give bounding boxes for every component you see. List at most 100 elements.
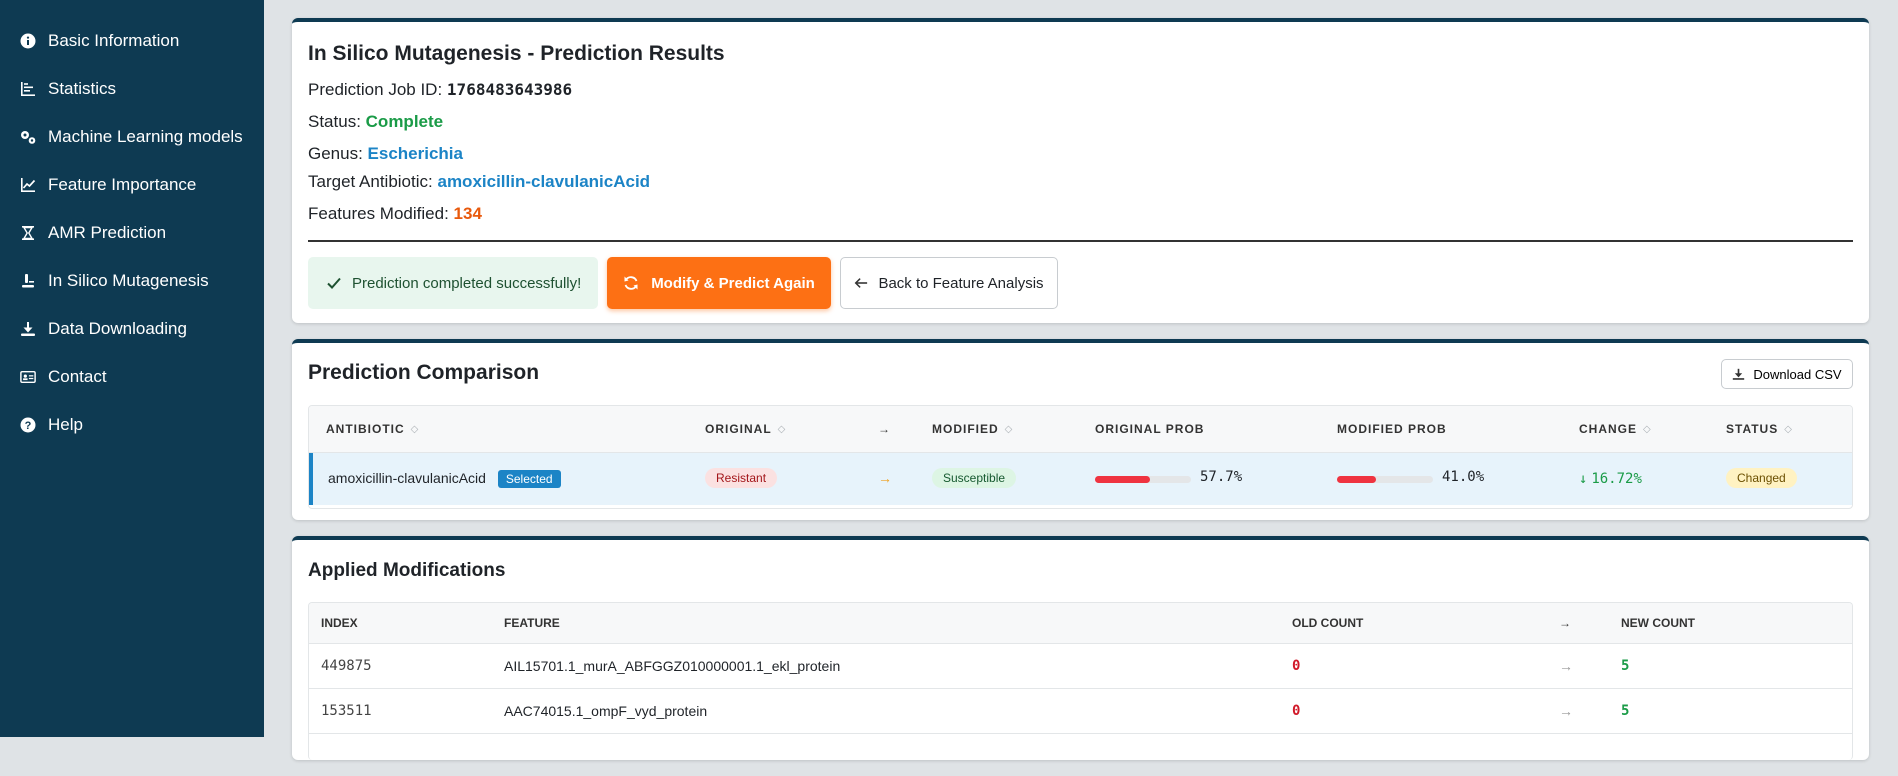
change-cell: ↓ 16.72% xyxy=(1579,470,1642,487)
arrow-left-icon xyxy=(855,278,868,288)
job-id-line: Prediction Job ID: 1768483643986 xyxy=(308,80,572,100)
arrow-down-icon: ↓ xyxy=(1579,471,1588,487)
table-row[interactable]: 153511 AAC74015.1_ompF_vyd_protein 0 → 5 xyxy=(309,688,1852,733)
original-prob-bar xyxy=(1095,476,1191,483)
header-arrow: → xyxy=(878,422,891,436)
sidebar-item-label: Basic Information xyxy=(48,31,180,50)
old-count-cell: 0 xyxy=(1292,658,1301,674)
page-title: In Silico Mutagenesis - Prediction Resul… xyxy=(308,42,725,65)
sidebar-item-statistics[interactable]: Statistics xyxy=(0,65,264,113)
header-index: INDEX xyxy=(321,616,358,630)
sidebar-item-data-downloading[interactable]: Data Downloading xyxy=(0,305,264,353)
arrow-right-icon: → xyxy=(1559,703,1573,719)
download-icon xyxy=(21,322,35,336)
features-modified-label: Features Modified: xyxy=(308,204,449,223)
success-alert-text: Prediction completed successfully! xyxy=(352,274,582,292)
header-new-count: NEW COUNT xyxy=(1621,616,1695,630)
sidebar-item-amr-prediction[interactable]: AMR Prediction xyxy=(0,209,264,257)
genus-line: Genus: Escherichia xyxy=(308,144,463,164)
mutation-icon xyxy=(22,274,34,288)
sidebar-item-label: Statistics xyxy=(48,79,117,98)
table-row[interactable] xyxy=(309,733,1852,760)
feature-cell: AAC74015.1_ompF_vyd_protein xyxy=(504,703,708,719)
arrow-right-icon: → xyxy=(878,470,892,486)
back-to-feature-analysis-button[interactable]: Back to Feature Analysis xyxy=(840,257,1058,309)
header-antibiotic[interactable]: ANTIBIOTIC ◇ xyxy=(326,422,419,436)
sidebar-item-machine-learning-models[interactable]: Machine Learning models xyxy=(0,113,264,161)
sort-icon: ◇ xyxy=(410,423,420,435)
antibiotic-cell: amoxicillin-clavulanicAcid Selected xyxy=(328,470,561,488)
sidebar-item-label: Machine Learning models xyxy=(48,127,243,146)
header-original-prob: ORIGINAL PROB xyxy=(1095,422,1205,436)
original-prob-bar-fill xyxy=(1095,476,1151,483)
sidebar-item-label: Data Downloading xyxy=(48,319,187,338)
sidebar-nav: Basic Information Statistics Machine Lea… xyxy=(0,0,264,449)
header-original[interactable]: ORIGINAL ◇ xyxy=(705,422,786,436)
features-modified-value: 134 xyxy=(453,204,482,223)
selected-badge: Selected xyxy=(497,470,561,488)
sidebar-item-feature-importance[interactable]: Feature Importance xyxy=(0,161,264,209)
contact-card-icon xyxy=(20,370,36,384)
new-count-cell: 5 xyxy=(1621,703,1630,719)
success-alert: Prediction completed successfully! xyxy=(308,257,598,309)
antibiotic-value: amoxicillin-clavulanicAcid xyxy=(437,172,651,191)
modified-cell: Susceptible xyxy=(932,468,1017,488)
index-cell: 449875 xyxy=(321,658,372,674)
job-id-value: 1768483643986 xyxy=(446,80,573,99)
feature-cell: AIL15701.1_murA_ABFGGZ010000001.1_ekl_pr… xyxy=(504,658,841,674)
line-chart-icon xyxy=(21,178,36,192)
sidebar-item-contact[interactable]: Contact xyxy=(0,353,264,401)
sidebar-item-label: Contact xyxy=(48,367,107,386)
sort-icon: ◇ xyxy=(1784,423,1793,435)
download-csv-button[interactable]: Download CSV xyxy=(1721,359,1853,389)
header-arrow: → xyxy=(1559,616,1571,630)
original-cell: Resistant xyxy=(705,468,778,488)
sidebar-item-in-silico-mutagenesis[interactable]: In Silico Mutagenesis xyxy=(0,257,264,305)
modified-prob-bar-fill xyxy=(1337,476,1377,483)
prediction-results-card: In Silico Mutagenesis - Prediction Resul… xyxy=(292,18,1869,323)
check-icon xyxy=(327,277,341,289)
genus-value: Escherichia xyxy=(367,144,463,163)
hourglass-icon xyxy=(22,226,34,240)
sort-icon: ◇ xyxy=(777,423,787,435)
original-prediction-badge: Resistant xyxy=(705,468,778,488)
comparison-table: ANTIBIOTIC ◇ ORIGINAL ◇ → MODIFIED ◇ ORIGIN… xyxy=(308,405,1853,509)
table-row[interactable]: amoxicillin-clavulanicAcid Selected Resi… xyxy=(309,453,1852,505)
refresh-icon xyxy=(624,276,638,290)
prediction-comparison-card: Prediction Comparison Download CSV ANTIB… xyxy=(292,339,1869,520)
sidebar-item-label: In Silico Mutagenesis xyxy=(48,271,209,290)
original-prob-value: 57.7% xyxy=(1200,469,1243,485)
antibiotic-name: amoxicillin-clavulanicAcid xyxy=(328,470,486,486)
modifications-title: Applied Modifications xyxy=(308,560,506,581)
old-count-cell: 0 xyxy=(1292,703,1301,719)
antibiotic-label: Target Antibiotic: xyxy=(308,172,433,191)
sidebar-item-help[interactable]: ? Help xyxy=(0,401,264,449)
header-status[interactable]: STATUS ◇ xyxy=(1726,422,1793,436)
table-row[interactable]: 449875 AIL15701.1_murA_ABFGGZ010000001.1… xyxy=(309,643,1852,688)
modified-prediction-badge: Susceptible xyxy=(932,468,1017,488)
sidebar-item-basic-information[interactable]: Basic Information xyxy=(0,17,264,65)
header-modified[interactable]: MODIFIED ◇ xyxy=(932,422,1013,436)
applied-modifications-card: Applied Modifications INDEX FEATURE OLD … xyxy=(292,536,1869,760)
modify-predict-again-button[interactable]: Modify & Predict Again xyxy=(607,257,831,309)
comparison-title: Prediction Comparison xyxy=(308,361,540,384)
sidebar: Basic Information Statistics Machine Lea… xyxy=(0,0,264,737)
header-modified-prob: MODIFIED PROB xyxy=(1337,422,1447,436)
modified-prob-value: 41.0% xyxy=(1442,469,1485,485)
header-change[interactable]: CHANGE ◇ xyxy=(1579,422,1652,436)
sidebar-item-label: Feature Importance xyxy=(48,175,197,194)
modifications-table: INDEX FEATURE OLD COUNT → NEW COUNT 4498… xyxy=(308,602,1853,760)
arrow-right-icon: → xyxy=(1559,658,1573,674)
sidebar-item-label: Help xyxy=(48,415,83,434)
change-value: 16.72% xyxy=(1591,471,1642,487)
header-feature: FEATURE xyxy=(504,616,560,630)
help-icon: ? xyxy=(20,417,36,433)
gears-icon xyxy=(21,131,36,144)
divider xyxy=(308,240,1853,242)
job-id-label: Prediction Job ID: xyxy=(308,80,443,99)
status-value: Complete xyxy=(365,112,444,131)
header-old-count: OLD COUNT xyxy=(1292,616,1364,630)
modified-prob-bar xyxy=(1337,476,1433,483)
bar-chart-icon xyxy=(21,82,35,96)
features-modified-line: Features Modified: 134 xyxy=(308,204,482,224)
